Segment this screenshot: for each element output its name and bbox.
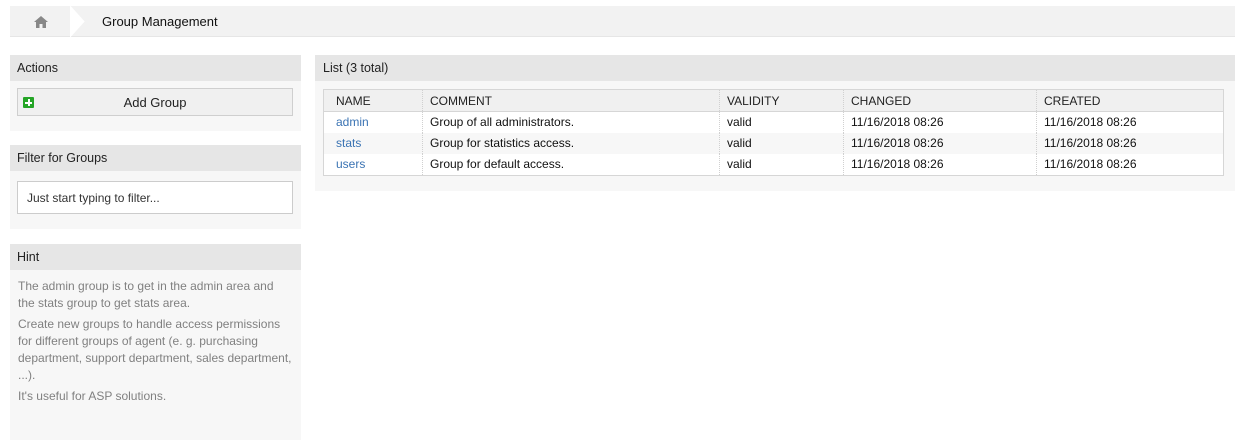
column-header-changed[interactable]: CHANGED — [843, 90, 1036, 111]
hint-paragraph: It's useful for ASP solutions. — [18, 389, 167, 403]
table-row: users Group for default access. valid 11… — [324, 154, 1223, 175]
group-comment: Group of all administrators. — [422, 112, 719, 133]
breadcrumb-home[interactable] — [10, 6, 72, 37]
list-title: List (3 total) — [315, 55, 1235, 81]
breadcrumb-current: Group Management — [102, 14, 218, 29]
table-row: stats Group for statistics access. valid… — [324, 133, 1223, 154]
group-validity: valid — [719, 112, 843, 133]
table-row: admin Group of all administrators. valid… — [324, 112, 1223, 133]
plus-square-icon — [23, 97, 34, 108]
column-header-validity[interactable]: VALIDITY — [719, 90, 843, 111]
group-changed: 11/16/2018 08:26 — [843, 154, 1036, 175]
group-comment: Group for default access. — [422, 154, 719, 175]
group-created: 11/16/2018 08:26 — [1036, 112, 1223, 133]
home-icon — [34, 15, 48, 28]
column-header-created[interactable]: CREATED — [1036, 90, 1223, 111]
group-name-link[interactable]: stats — [336, 136, 361, 150]
table-header-row: NAME COMMENT VALIDITY CHANGED CREATED — [324, 90, 1223, 112]
hint-title: Hint — [10, 244, 301, 270]
breadcrumb: Group Management — [10, 6, 1235, 37]
group-validity: valid — [719, 154, 843, 175]
filter-title: Filter for Groups — [10, 145, 301, 171]
group-comment: Group for statistics access. — [422, 133, 719, 154]
group-validity: valid — [719, 133, 843, 154]
column-header-comment[interactable]: COMMENT — [422, 90, 719, 111]
hint-widget: Hint The admin group is to get in the ad… — [10, 244, 301, 440]
hint-paragraph: Create new groups to handle access permi… — [18, 317, 292, 382]
column-header-name[interactable]: NAME — [324, 90, 422, 111]
group-list-widget: List (3 total) NAME COMMENT VALIDITY CHA… — [315, 55, 1235, 191]
add-group-button[interactable]: Add Group — [17, 88, 293, 116]
group-changed: 11/16/2018 08:26 — [843, 133, 1036, 154]
group-created: 11/16/2018 08:26 — [1036, 133, 1223, 154]
add-group-label: Add Group — [123, 94, 187, 110]
group-changed: 11/16/2018 08:26 — [843, 112, 1036, 133]
filter-widget: Filter for Groups — [10, 145, 301, 229]
group-name-link[interactable]: admin — [336, 115, 369, 129]
actions-widget: Actions Add Group — [10, 55, 301, 131]
filter-input[interactable] — [17, 181, 293, 214]
group-table: NAME COMMENT VALIDITY CHANGED CREATED ad… — [323, 89, 1224, 176]
group-name-link[interactable]: users — [336, 157, 365, 171]
hint-paragraph: The admin group is to get in the admin a… — [18, 279, 274, 310]
actions-title: Actions — [10, 55, 301, 81]
breadcrumb-separator-icon — [70, 6, 85, 37]
group-created: 11/16/2018 08:26 — [1036, 154, 1223, 175]
